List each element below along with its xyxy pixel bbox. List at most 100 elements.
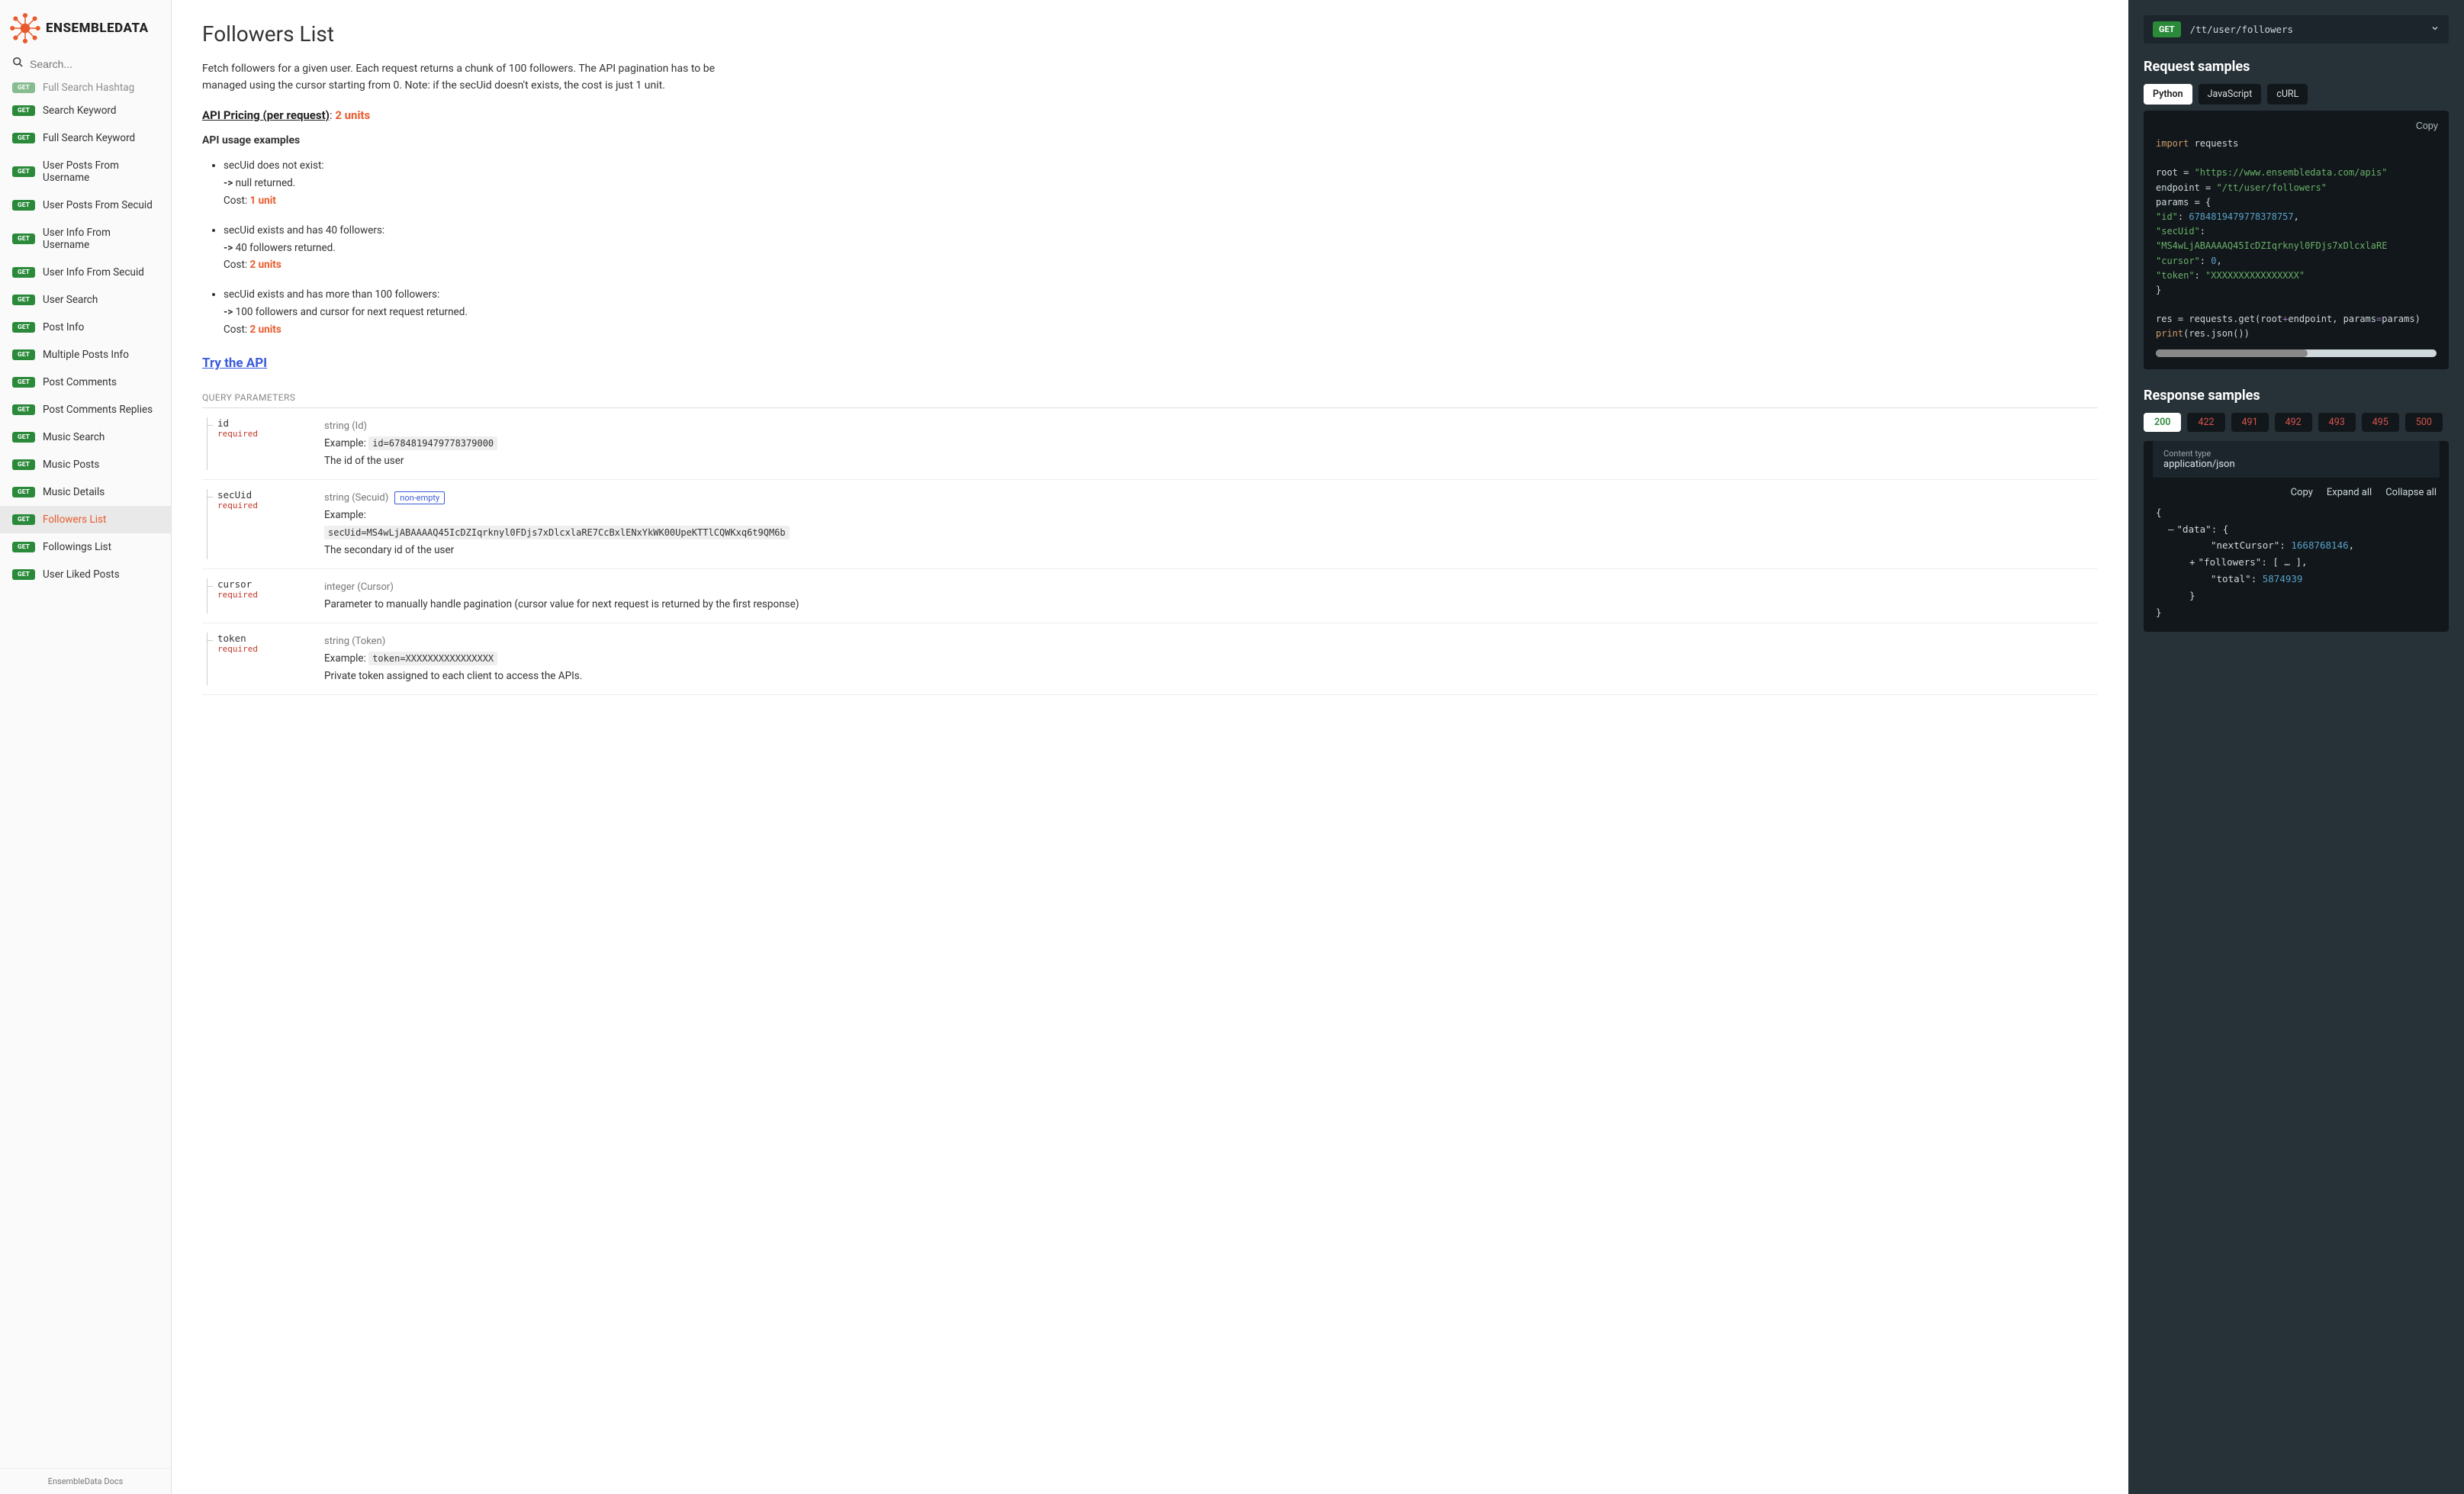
search-icon: [12, 56, 24, 71]
sidebar-item-label: Followers List: [43, 514, 106, 526]
content-type-label: Content type: [2163, 449, 2429, 459]
status-tabs: 200 422 491 492 493 495 500: [2144, 413, 2449, 432]
status-tab[interactable]: 491: [2231, 413, 2269, 432]
json-expand-button[interactable]: Expand all: [2327, 487, 2372, 498]
method-badge: GET: [12, 542, 35, 552]
sidebar-footer: EnsembleData Docs: [0, 1468, 171, 1494]
sidebar-item[interactable]: GET Search Keyword: [0, 97, 171, 124]
nav-list: GET Full Search Hashtag GET Search Keywor…: [0, 79, 171, 1468]
method-badge: GET: [12, 295, 35, 305]
usage-examples: secUid does not exist:-> null returned.C…: [202, 157, 2098, 339]
method-badge: GET: [12, 514, 35, 525]
search-input[interactable]: [30, 58, 159, 70]
param-row: secUidrequiredstring (Secuid)non-emptyEx…: [202, 480, 2098, 569]
sidebar-item[interactable]: GET Followers List: [0, 506, 171, 533]
content-type-value: application/json: [2163, 459, 2429, 470]
sidebar-item[interactable]: GET Full Search Keyword: [0, 124, 171, 152]
sidebar-item-label: Music Search: [43, 431, 105, 443]
json-body: { –"data": { "nextCursor": 1668768146, +…: [2144, 504, 2449, 621]
horizontal-scrollbar[interactable]: [2156, 349, 2437, 357]
method-badge: GET: [12, 459, 35, 470]
param-row: idrequiredstring (Id)Example: id=6784819…: [202, 408, 2098, 480]
lang-tab[interactable]: cURL: [2267, 84, 2308, 105]
sidebar-item-label: User Posts From Username: [43, 159, 159, 184]
search-row[interactable]: [0, 50, 171, 79]
status-tab[interactable]: 493: [2318, 413, 2356, 432]
method-badge: GET: [12, 432, 35, 443]
param-row: cursorrequiredinteger (Cursor)Parameter …: [202, 569, 2098, 623]
method-badge: GET: [12, 166, 35, 177]
logo-icon: [9, 12, 41, 44]
sidebar-item[interactable]: GETPost Comments: [0, 369, 171, 396]
sidebar-item-label: Followings List: [43, 541, 111, 553]
content-type-box: Content type application/json: [2153, 441, 2440, 478]
sidebar-item[interactable]: GET User Search: [0, 286, 171, 314]
sidebar-item[interactable]: GETMusic Details: [0, 478, 171, 506]
sidebar-item[interactable]: GET Followings List: [0, 533, 171, 561]
method-badge: GET: [12, 82, 35, 93]
sidebar-item-label: User Posts From Secuid: [43, 199, 153, 211]
sidebar-item-label: User Liked Posts: [43, 568, 120, 581]
sidebar-item[interactable]: GETUser Info From Username: [0, 219, 171, 259]
code-sample: Copy import requests root = "https://www…: [2144, 111, 2449, 369]
status-tab[interactable]: 492: [2275, 413, 2312, 432]
method-badge: GET: [12, 487, 35, 497]
sidebar-item-label: Full Search Keyword: [43, 132, 135, 144]
pricing-link[interactable]: API Pricing (per request): [202, 108, 330, 122]
method-badge: GET: [12, 267, 35, 278]
usage-example: secUid exists and has 40 followers:-> 40…: [224, 222, 2098, 275]
collapse-toggle-icon[interactable]: –: [2168, 523, 2174, 535]
param-row: tokenrequiredstring (Token)Example: toke…: [202, 623, 2098, 695]
usage-example: secUid exists and has more than 100 foll…: [224, 286, 2098, 339]
request-samples-heading: Request samples: [2144, 59, 2449, 75]
json-collapse-button[interactable]: Collapse all: [2385, 487, 2437, 498]
json-toolbar: Copy Expand all Collapse all: [2144, 487, 2449, 504]
expand-toggle-icon[interactable]: +: [2189, 556, 2195, 568]
sidebar-item[interactable]: GET Full Search Hashtag: [0, 79, 171, 97]
sidebar-item-label: User Info From Secuid: [43, 266, 144, 279]
sidebar-item[interactable]: GET User Posts From Username: [0, 152, 171, 192]
method-badge: GET: [12, 133, 35, 143]
sidebar-item[interactable]: GET User Info From Secuid: [0, 259, 171, 286]
usage-heading: API usage examples: [202, 134, 2098, 147]
scrollbar-thumb[interactable]: [2156, 349, 2308, 357]
method-badge: GET: [12, 349, 35, 360]
method-badge: GET: [12, 105, 35, 116]
sidebar-item-label: Post Info: [43, 321, 84, 333]
samples-panel: GET /tt/user/followers Request samples P…: [2128, 0, 2464, 1494]
status-tab[interactable]: 422: [2187, 413, 2224, 432]
sidebar-item[interactable]: GET Post Comments Replies: [0, 396, 171, 423]
page-title: Followers List: [202, 21, 2098, 47]
sidebar-item-label: User Search: [43, 294, 98, 306]
method-badge: GET: [12, 404, 35, 415]
sidebar-item-label: Search Keyword: [43, 105, 116, 117]
lang-tab[interactable]: JavaScript: [2199, 84, 2262, 105]
chevron-down-icon: [2430, 24, 2440, 35]
sidebar-item[interactable]: GETUser Liked Posts: [0, 561, 171, 588]
status-tab[interactable]: 200: [2144, 413, 2181, 432]
try-api-link[interactable]: Try the API: [202, 356, 267, 371]
lang-tab[interactable]: Python: [2144, 84, 2192, 105]
method-badge: GET: [12, 200, 35, 211]
response-samples-heading: Response samples: [2144, 388, 2449, 404]
sidebar-item[interactable]: GETPost Info: [0, 314, 171, 341]
query-params-heading: QUERY PARAMETERS: [202, 392, 2098, 408]
copy-button[interactable]: Copy: [2416, 118, 2438, 134]
pricing-line: API Pricing (per request): 2 units: [202, 108, 2098, 122]
sidebar-item[interactable]: GET Music Search: [0, 423, 171, 451]
lang-tabs: Python JavaScriptcURL: [2144, 84, 2449, 105]
sidebar-item[interactable]: GET User Posts From Secuid: [0, 192, 171, 219]
usage-example: secUid does not exist:-> null returned.C…: [224, 157, 2098, 210]
sidebar: ENSEMBLEDATA GET Full Search Hashtag GET…: [0, 0, 172, 1494]
sidebar-item-label: User Info From Username: [43, 227, 159, 251]
sidebar-item-label: Post Comments Replies: [43, 404, 153, 416]
status-tab[interactable]: 500: [2405, 413, 2443, 432]
status-tab[interactable]: 495: [2362, 413, 2399, 432]
sidebar-item[interactable]: GETMultiple Posts Info: [0, 341, 171, 369]
main-content: Followers List Fetch followers for a giv…: [172, 0, 2128, 1494]
json-copy-button[interactable]: Copy: [2291, 487, 2313, 498]
endpoint-bar[interactable]: GET /tt/user/followers: [2144, 15, 2449, 43]
endpoint-path: /tt/user/followers: [2190, 24, 2421, 35]
brand-logo[interactable]: ENSEMBLEDATA: [0, 0, 171, 50]
sidebar-item[interactable]: GETMusic Posts: [0, 451, 171, 478]
